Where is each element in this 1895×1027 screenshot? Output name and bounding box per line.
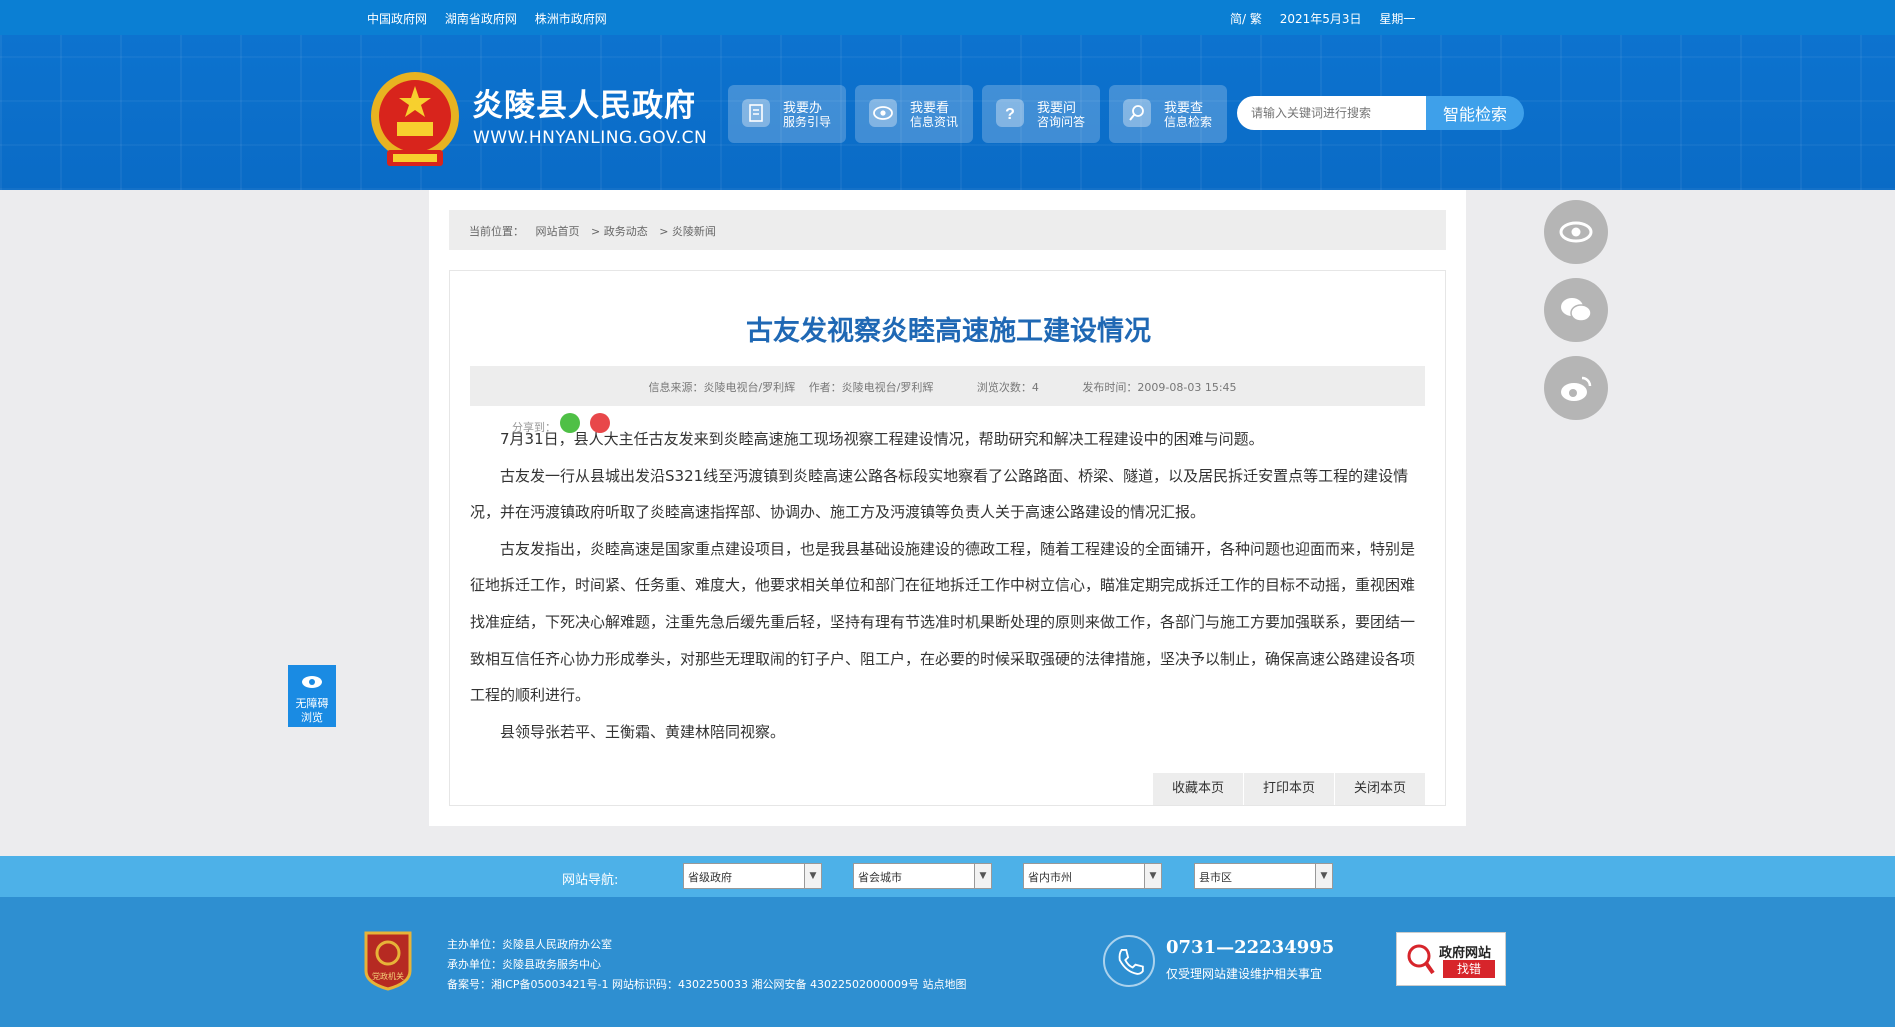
- breadcrumb-gov-news[interactable]: > 政务动态: [591, 225, 648, 238]
- search-input[interactable]: [1237, 96, 1426, 130]
- float-weibo-button[interactable]: [1544, 356, 1608, 420]
- eye-icon: [869, 99, 897, 127]
- meta-views: 浏览次数：4: [976, 381, 1039, 394]
- search-icon: [1123, 99, 1151, 127]
- select-provincial-capitals-value: 省会城市: [858, 871, 902, 884]
- accessibility-button[interactable]: 无障碍 浏览: [288, 665, 336, 727]
- info-search-line2: 信息检索: [1164, 115, 1213, 129]
- breadcrumb-label: 当前位置：: [469, 225, 524, 238]
- breadcrumb-home[interactable]: 网站首页: [536, 225, 580, 238]
- article-paragraph: 县领导张若平、王衡霜、黄建林陪同视察。: [500, 722, 786, 741]
- top-link-gov[interactable]: 中国政府网: [367, 12, 427, 26]
- select-provincial-capitals[interactable]: 省会城市 ▼: [853, 863, 992, 889]
- site-url: WWW.HNYANLING.GOV.CN: [473, 128, 708, 148]
- article-paragraph: 古友发一行从县城出发沿S321线至沔渡镇到炎睦高速公路各标段实地察看了公路路面、…: [470, 466, 1409, 522]
- footer-host: 主办单位：炎陵县人民政府办公室: [447, 938, 612, 951]
- meta-author: 作者：炎陵电视台/罗利辉: [808, 381, 934, 394]
- accessibility-line1: 无障碍: [295, 697, 329, 710]
- top-links: 中国政府网 湖南省政府网 株洲市政府网: [367, 10, 621, 27]
- lang-switch[interactable]: 简/ 繁: [1230, 12, 1262, 26]
- share-weibo-icon[interactable]: [590, 413, 610, 433]
- party-gov-badge-icon[interactable]: 党政机关: [362, 929, 414, 991]
- current-weekday: 星期一: [1379, 12, 1416, 26]
- select-prefectures[interactable]: 省内市州 ▼: [1023, 863, 1162, 889]
- site-name: 炎陵县人民政府: [472, 88, 696, 124]
- error-box-line2: 找错: [1443, 960, 1495, 978]
- chevron-down-icon: ▼: [1315, 864, 1332, 888]
- top-bar: 中国政府网 湖南省政府网 株洲市政府网 简/ 繁 2021年5月3日 星期一: [0, 0, 1895, 35]
- consult-qa-line2: 咨询问答: [1037, 115, 1086, 129]
- magnifier-icon: [1407, 944, 1435, 975]
- wechat-icon: [1561, 298, 1592, 322]
- eye-icon: [302, 676, 322, 688]
- eye-icon: [1559, 221, 1593, 243]
- info-news-line2: 信息资讯: [910, 115, 959, 129]
- accessibility-line2: 浏览: [301, 711, 323, 724]
- bookmark-page-button[interactable]: 收藏本页: [1153, 773, 1243, 805]
- share-wechat-icon[interactable]: [560, 413, 580, 433]
- footer-info: 主办单位：炎陵县人民政府办公室 承办单位：炎陵县政务服务中心 备案号：湘ICP备…: [447, 935, 966, 995]
- meta-source: 信息来源：炎陵电视台/罗利辉: [648, 381, 796, 394]
- site-nav-strip: 网站导航: 省级政府 ▼ 省会城市 ▼ 省内市州 ▼ 县市区 ▼: [0, 856, 1895, 897]
- select-counties[interactable]: 县市区 ▼: [1194, 863, 1333, 889]
- meta-published: 发布时间：2009-08-03 15:45: [1082, 381, 1237, 394]
- national-emblem-icon: [371, 72, 459, 166]
- gov-site-error-report-button[interactable]: 政府网站 找错: [1396, 932, 1506, 986]
- article-meta: 信息来源：炎陵电视台/罗利辉 作者：炎陵电视台/罗利辉 浏览次数：4 发布时间：…: [470, 366, 1425, 406]
- article: 古友发视察炎睦高速施工建设情况 信息来源：炎陵电视台/罗利辉 作者：炎陵电视台/…: [449, 270, 1446, 806]
- error-box-line1: 政府网站: [1439, 946, 1492, 961]
- select-provincial-gov[interactable]: 省级政府 ▼: [683, 863, 822, 889]
- weibo-icon: [1561, 376, 1592, 401]
- top-link-hunan[interactable]: 湖南省政府网: [445, 12, 517, 26]
- top-link-zhuzhou[interactable]: 株洲市政府网: [535, 12, 607, 26]
- breadcrumb-local-news[interactable]: > 炎陵新闻: [659, 225, 716, 238]
- consult-qa-button[interactable]: ? 我要问 咨询问答: [982, 85, 1100, 143]
- select-prefectures-value: 省内市州: [1028, 871, 1072, 884]
- question-icon: ?: [996, 99, 1024, 127]
- article-paragraph: 7月31日，县人大主任古友发来到炎睦高速施工现场视察工程建设情况，帮助研究和解决…: [500, 430, 1264, 448]
- float-view-button[interactable]: [1544, 200, 1608, 264]
- svg-text:?: ?: [1005, 106, 1015, 123]
- article-actions: 收藏本页 打印本页 关闭本页: [1152, 773, 1425, 805]
- footer-operator: 承办单位：炎陵县政务服务中心: [447, 958, 601, 971]
- content-card: 当前位置： 网站首页 > 政务动态 > 炎陵新闻 古友发视察炎睦高速施工建设情况…: [429, 190, 1466, 826]
- article-body: 7月31日，县人大主任古友发来到炎睦高速施工现场视察工程建设情况，帮助研究和解决…: [470, 421, 1425, 750]
- document-icon: [742, 99, 770, 127]
- service-guide-button[interactable]: 我要办 服务引导: [728, 85, 846, 143]
- print-page-button[interactable]: 打印本页: [1244, 773, 1334, 805]
- info-news-button[interactable]: 我要看 信息资讯: [855, 85, 973, 143]
- chevron-down-icon: ▼: [804, 864, 821, 888]
- chevron-down-icon: ▼: [974, 864, 991, 888]
- chevron-down-icon: ▼: [1144, 864, 1161, 888]
- close-page-button[interactable]: 关闭本页: [1335, 773, 1425, 805]
- footer-record: 备案号：湘ICP备05003421号-1 网站标识码：4302250033 湘公…: [447, 978, 967, 991]
- phone-icon: [1103, 935, 1155, 987]
- article-title: 古友发视察炎睦高速施工建设情况: [746, 316, 1151, 347]
- footer-phone-note: 仅受理网站建设维护相关事宜: [1166, 967, 1323, 981]
- service-guide-line2: 服务引导: [783, 115, 832, 129]
- current-date: 2021年5月3日: [1279, 12, 1362, 26]
- breadcrumb: 当前位置： 网站首页 > 政务动态 > 炎陵新闻: [449, 210, 1446, 250]
- share-label: 分享到：: [512, 421, 556, 434]
- info-search-button[interactable]: 我要查 信息检索: [1109, 85, 1227, 143]
- site-header: 炎陵县人民政府 WWW.HNYANLING.GOV.CN 我要办 服务引导 我要…: [0, 35, 1895, 190]
- float-wechat-button[interactable]: [1544, 278, 1608, 342]
- smart-search-button[interactable]: 智能检索: [1426, 96, 1524, 130]
- top-right: 简/ 繁 2021年5月3日 星期一: [1230, 10, 1429, 27]
- article-paragraph: 古友发指出，炎睦高速是国家重点建设项目，也是我县基础设施建设的德政工程，随着工程…: [470, 539, 1416, 705]
- site-nav-label: 网站导航:: [562, 873, 619, 888]
- select-provincial-gov-value: 省级政府: [688, 871, 732, 884]
- footer-phone: 0731—22234995: [1166, 937, 1335, 958]
- badge-text: 党政机关: [372, 971, 404, 981]
- select-counties-value: 县市区: [1199, 871, 1232, 884]
- site-footer: 党政机关 主办单位：炎陵县人民政府办公室 承办单位：炎陵县政务服务中心 备案号：…: [0, 897, 1895, 1027]
